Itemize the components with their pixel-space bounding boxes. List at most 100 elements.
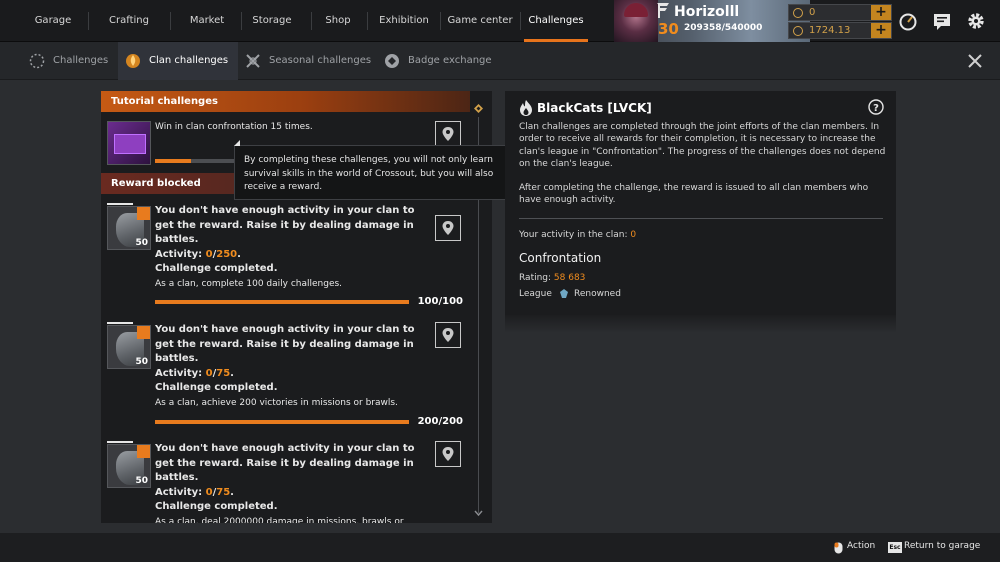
reward-armor-image: 50 — [107, 325, 151, 369]
chat-icon[interactable] — [932, 11, 952, 31]
reward-quantity: 50 — [135, 238, 148, 248]
action-button[interactable]: Action — [847, 541, 875, 551]
player-xp: 209358/540000 — [684, 23, 763, 33]
nav-separator — [241, 12, 242, 30]
tab-label: Seasonal challenges — [269, 55, 372, 66]
clan-activity-row: Your activity in the clan: 0 — [519, 230, 637, 240]
tab-seasonal-challenges[interactable]: Seasonal challenges — [244, 42, 372, 80]
avatar — [614, 0, 658, 42]
add-coins-button[interactable]: + — [871, 5, 891, 20]
activity-warning: You don't have enough activity in your c… — [155, 205, 415, 245]
progress-fill — [155, 420, 409, 424]
help-icon[interactable]: ? — [868, 99, 884, 115]
pin-button[interactable] — [435, 215, 461, 241]
footer-bar: Action Esc Return to garage — [0, 533, 1000, 562]
pin-button[interactable] — [435, 121, 461, 147]
close-icon[interactable] — [966, 52, 984, 70]
description-paragraph: Clan challenges are completed through th… — [519, 122, 886, 169]
lock-icon — [137, 326, 150, 339]
task-details: You don't have enough activity in your c… — [155, 323, 419, 410]
location-pin-icon — [442, 328, 454, 342]
panel-torn-edge — [505, 313, 896, 333]
coins-value: 0 — [809, 7, 816, 18]
nav-crafting[interactable]: Crafting — [100, 0, 158, 42]
badge-icon — [793, 26, 803, 36]
nav-exhibition[interactable]: Exhibition — [374, 0, 434, 42]
nav-separator — [170, 12, 171, 30]
clan-name: BlackCats [LVCK] — [537, 101, 652, 115]
activity-required: 75 — [216, 486, 231, 498]
reward-armor-image: 50 — [107, 444, 151, 488]
clan-activity-value: 0 — [630, 230, 637, 240]
rank-icon — [657, 3, 669, 18]
thumb-accent — [107, 441, 133, 443]
timer-icon — [29, 53, 45, 69]
lock-icon — [137, 207, 150, 220]
nav-separator — [311, 12, 312, 30]
confrontation-title: Confrontation — [519, 251, 602, 265]
league-value: Renowned — [574, 289, 621, 299]
svg-text:?: ? — [873, 103, 879, 114]
task-details: You don't have enough activity in your c… — [155, 442, 419, 523]
scroll-up-handle[interactable] — [474, 104, 483, 113]
rating-row: Rating: 58 683 — [519, 273, 586, 283]
completion-status: Challenge completed. — [155, 501, 278, 512]
reward-quantity: 50 — [135, 357, 148, 367]
task-progress-bar — [155, 420, 409, 424]
activity-required: 75 — [216, 367, 231, 379]
task-progress-bar — [155, 300, 409, 304]
gear-icon[interactable] — [966, 11, 986, 31]
activity-current: 0 — [205, 248, 213, 260]
tab-challenges[interactable]: Challenges — [28, 42, 108, 80]
nav-separator — [367, 12, 368, 30]
crossed-swords-icon — [246, 54, 260, 68]
progress-fill — [155, 300, 409, 304]
badges-value: 1724.13 — [809, 25, 851, 36]
activity-current: 0 — [205, 486, 213, 498]
nav-challenges[interactable]: Challenges — [524, 0, 588, 42]
tab-clan-challenges[interactable]: Clan challenges — [118, 42, 238, 80]
mouse-icon — [834, 542, 843, 554]
nav-garage[interactable]: Garage — [24, 0, 82, 42]
nav-storage[interactable]: Storage — [248, 0, 296, 42]
completion-status: Challenge completed. — [155, 382, 278, 393]
coins-counter: 0 + — [788, 4, 892, 21]
tutorial-task-description: Win in clan confrontation 15 times. — [155, 122, 313, 132]
nav-shop[interactable]: Shop — [320, 0, 356, 42]
tab-badge-exchange[interactable]: Badge exchange — [383, 42, 493, 80]
activity-line: Activity: 0/75. — [155, 486, 234, 498]
tab-label: Badge exchange — [408, 55, 492, 66]
nav-market[interactable]: Market — [180, 0, 234, 42]
tab-label: Challenges — [53, 55, 109, 66]
add-badges-button[interactable]: + — [871, 23, 891, 38]
tab-label: Clan challenges — [149, 55, 229, 66]
task-progress-text: 100/100 — [417, 296, 463, 307]
lock-icon — [137, 445, 150, 458]
player-profile[interactable]: Horizolll 30 209358/540000 — [614, 0, 810, 42]
thumb-accent — [107, 322, 133, 324]
tooltip-text: By completing these challenges, you will… — [244, 155, 494, 192]
league-icon — [560, 289, 568, 298]
divider — [519, 218, 883, 219]
flame-badge-icon — [126, 54, 140, 68]
badges-counter: 1724.13 + — [788, 22, 892, 39]
pin-button[interactable] — [435, 441, 461, 467]
pin-button[interactable] — [435, 322, 461, 348]
activity-required: 250 — [216, 248, 238, 260]
nav-separator — [440, 12, 441, 30]
reward-crate-image — [107, 121, 151, 165]
clan-challenges-description: Clan challenges are completed through th… — [519, 121, 887, 207]
rating-value: 58 683 — [553, 273, 586, 283]
nav-separator — [520, 12, 521, 30]
nav-game-center[interactable]: Game center — [446, 0, 514, 42]
completion-status: Challenge completed. — [155, 263, 278, 274]
activity-line: Activity: 0/75. — [155, 367, 234, 379]
description-paragraph: After completing the challenge, the rewa… — [519, 183, 869, 206]
league-label: League — [519, 289, 552, 299]
speedometer-icon[interactable] — [898, 11, 918, 31]
location-pin-icon — [442, 447, 454, 461]
return-to-garage-button[interactable]: Return to garage — [904, 541, 980, 551]
scroll-down-arrow[interactable] — [474, 509, 483, 517]
challenge-tabs: Challenges Clan challenges Seasonal chal… — [0, 42, 1000, 80]
task-description: As a clan, achieve 200 victories in miss… — [155, 397, 398, 408]
